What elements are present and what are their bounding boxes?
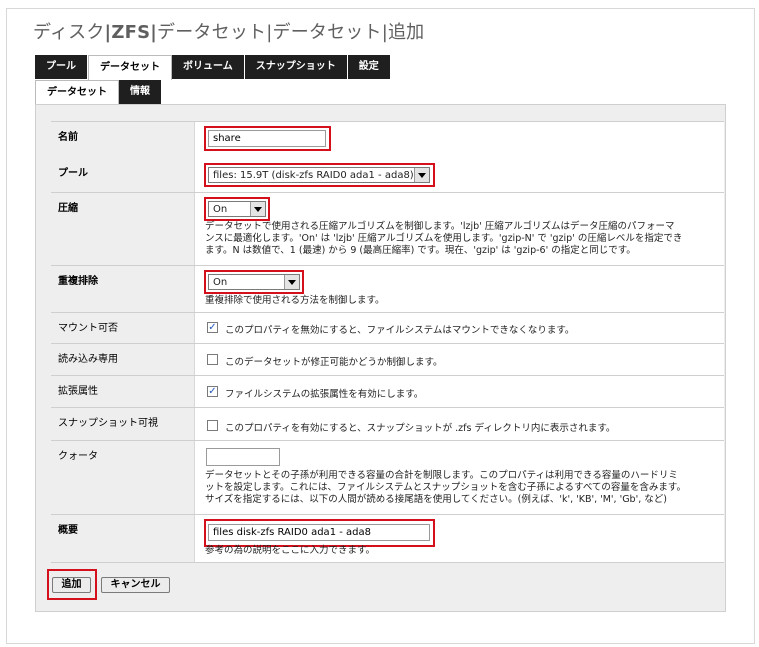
mountable-text: このプロパティを無効にすると、ファイルシステムはマウントできなくなります。 [225,325,575,336]
name-input[interactable]: share [208,130,326,147]
breadcrumb-separator: | [150,22,158,43]
tab-settings[interactable]: 設定 [347,55,391,79]
quota-label: クォータ [51,441,195,514]
chevron-down-icon [414,168,429,182]
dedup-select[interactable]: On [208,274,300,290]
pool-label: プール [51,158,195,192]
snapdir-checkbox[interactable] [207,420,218,431]
row-snapdir: スナップショット可視 このプロパティを有効にすると、スナップショットが .zfs… [51,408,724,441]
snapdir-text: このプロパティを有効にすると、スナップショットが .zfs ディレクトリ内に表示… [225,423,616,434]
breadcrumb-disk[interactable]: ディスク [33,22,105,43]
compression-label: 圧縮 [51,193,195,265]
xattr-text: ファイルシステムの拡張属性を有効にします。 [225,389,424,400]
chevron-down-icon [284,275,299,289]
compression-desc-line: データセットで使用される圧縮アルゴリズムを制御します。'lzjb' 圧縮アルゴリ… [205,221,675,232]
description-input[interactable]: files disk-zfs RAID0 ada1 - ada8 [208,524,430,541]
subtab-info[interactable]: 情報 [119,80,162,104]
sub-tabs: データセット 情報 [35,80,162,105]
cancel-button[interactable]: キャンセル [101,577,170,593]
description-help: 参考の為の説明をここに入力できます。 [205,545,376,556]
row-xattr: 拡張属性 ✓ ファイルシステムの拡張属性を有効にします。 [51,376,724,408]
row-compression: 圧縮 On データセットで使用される圧縮アルゴリズムを制御します。'lzjb' … [51,193,724,266]
form-panel: 名前 share プール files: 15.9T (disk-zfs RAID… [35,104,726,612]
mountable-label: マウント可否 [51,313,195,343]
compression-description: データセットで使用される圧縮アルゴリズムを制御します。'lzjb' 圧縮アルゴリ… [205,221,725,257]
add-button[interactable]: 追加 [52,577,91,593]
name-label: 名前 [51,122,195,158]
tab-pool[interactable]: プール [35,55,88,79]
quota-desc-line: サイズを指定するには、以下の人間が読める接尾語を使用してください。(例えば、'k… [205,494,667,505]
mountable-checkbox[interactable]: ✓ [207,322,218,333]
quota-desc-line: データセットとその子孫が利用できる容量の合計を制限します。このプロパティは利用で… [205,470,678,481]
quota-desc-line: ットを設定します。これには、ファイルシステムとスナップショットを含む子孫によるす… [205,482,686,493]
tab-snapshot[interactable]: スナップショット [244,55,348,79]
quota-input[interactable] [206,448,280,466]
compression-select[interactable]: On [208,201,266,217]
row-description: 概要 files disk-zfs RAID0 ada1 - ada8 参考の為… [51,515,724,563]
compression-desc-line: ンスに最適化します。'On' は 'lzjb' 圧縮アルゴリズムを使用します。'… [205,233,683,244]
description-label: 概要 [51,515,195,562]
row-dedup: 重複排除 On 重複排除で使用される方法を制御します。 [51,266,724,313]
breadcrumb-add: 追加 [387,22,425,43]
readonly-text: このデータセットが修正可能かどうか制御します。 [225,357,443,368]
breadcrumb-dataset-2: データセット [272,22,382,43]
row-name: 名前 share [51,121,724,159]
breadcrumb-dataset[interactable]: データセット [157,22,266,43]
xattr-label: 拡張属性 [51,376,195,407]
breadcrumb-zfs[interactable]: ZFS [111,22,150,43]
readonly-label: 読み込み専用 [51,344,195,375]
dedup-description: 重複排除で使用される方法を制御します。 [205,295,385,306]
subtab-dataset[interactable]: データセット [35,80,119,105]
main-tabs: プール データセット ボリューム スナップショット 設定 [35,55,391,80]
compression-select-value: On [213,204,228,215]
quota-description: データセットとその子孫が利用できる容量の合計を制限します。このプロパティは利用で… [205,470,725,506]
row-mountable: マウント可否 ✓ このプロパティを無効にすると、ファイルシステムはマウントできな… [51,313,724,344]
row-quota: クォータ データセットとその子孫が利用できる容量の合計を制限します。このプロパテ… [51,441,724,515]
tab-volume[interactable]: ボリューム [172,55,245,79]
dedup-select-value: On [213,277,228,288]
row-pool: プール files: 15.9T (disk-zfs RAID0 ada1 - … [51,158,724,193]
snapdir-label: スナップショット可視 [51,408,195,440]
tab-dataset[interactable]: データセット [88,55,172,80]
pool-select-value: files: 15.9T (disk-zfs RAID0 ada1 - ada8… [213,170,414,181]
page-title: ディスク|ZFS|データセット|データセット|追加 [33,18,424,44]
row-readonly: 読み込み専用 このデータセットが修正可能かどうか制御します。 [51,344,724,376]
compression-desc-line: ます。N は数値で、1 (最速) から 9 (最高圧縮率) です。現在、'gzi… [205,245,636,256]
chevron-down-icon [250,202,265,216]
readonly-checkbox[interactable] [207,354,218,365]
dedup-label: 重複排除 [51,266,195,312]
xattr-checkbox[interactable]: ✓ [207,386,218,397]
pool-select[interactable]: files: 15.9T (disk-zfs RAID0 ada1 - ada8… [208,167,430,183]
